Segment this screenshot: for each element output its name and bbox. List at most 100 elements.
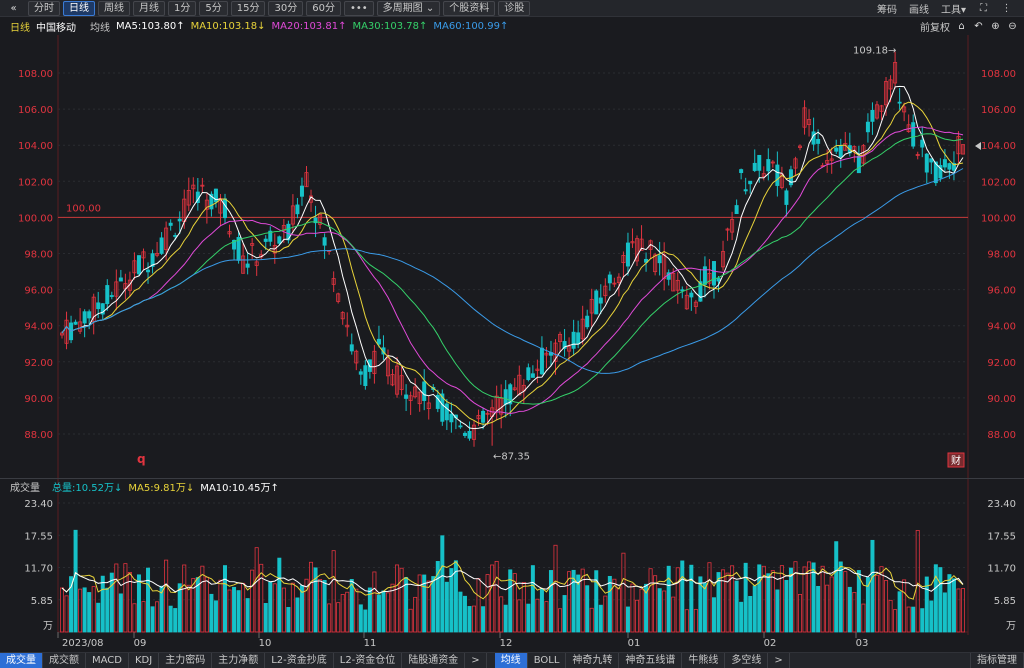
price-tick-right: 96.00 bbox=[987, 286, 1016, 297]
date-label: 09 bbox=[134, 638, 147, 649]
kline-chart[interactable]: 108.00 108.00 106.00 106.00 104.00 104.00 102.… bbox=[0, 35, 1024, 652]
volume-bar bbox=[177, 583, 182, 633]
period-button-6[interactable]: 15分 bbox=[230, 0, 266, 16]
volume-bar bbox=[807, 561, 812, 633]
indicator-tab-12[interactable]: 神奇九转 bbox=[566, 652, 620, 668]
high-annotation: 109.18→ bbox=[853, 46, 896, 57]
volume-bar bbox=[707, 562, 712, 633]
period-button-7[interactable]: 30分 bbox=[268, 0, 304, 16]
period-button-11[interactable]: 个股资料 bbox=[443, 0, 496, 16]
volume-bar bbox=[539, 588, 544, 633]
undo-icon[interactable]: ↶ bbox=[973, 21, 984, 32]
indicator-tab-5[interactable]: 主力净额 bbox=[212, 652, 266, 668]
volume-bar bbox=[680, 560, 685, 633]
indicator-tab-2[interactable]: MACD bbox=[86, 652, 129, 668]
back-icon[interactable]: « bbox=[8, 3, 19, 14]
more-icon[interactable]: ⋮ bbox=[1001, 3, 1012, 14]
expand-icon[interactable]: ⛶ bbox=[978, 3, 989, 14]
indicator-tab-9[interactable]: > bbox=[465, 652, 487, 668]
volume-bar bbox=[395, 564, 400, 633]
chip-button[interactable]: 筹码 bbox=[877, 1, 897, 16]
period-button-8[interactable]: 60分 bbox=[306, 0, 341, 16]
period-button-1[interactable]: 日线 bbox=[63, 0, 95, 16]
volume-bar bbox=[884, 580, 889, 633]
draw-line-button[interactable]: 画线 bbox=[909, 1, 929, 16]
volume-bar bbox=[861, 603, 866, 633]
tools-menu[interactable]: 工具▾ bbox=[941, 1, 966, 16]
volume-bar bbox=[825, 584, 830, 633]
date-label: 11 bbox=[364, 638, 377, 649]
volume-bar bbox=[920, 608, 925, 633]
candle-body bbox=[929, 158, 934, 163]
period-button-0[interactable]: 分时 bbox=[28, 0, 60, 16]
volume-bar bbox=[105, 587, 110, 633]
candle-body bbox=[752, 162, 757, 171]
zoom-out-icon[interactable]: ⊖ bbox=[1007, 21, 1018, 32]
price-tick-right: 102.00 bbox=[981, 177, 1016, 188]
volume-bar bbox=[779, 565, 784, 633]
volume-bar bbox=[639, 588, 644, 633]
volume-bar bbox=[182, 564, 187, 633]
volume-tick-left: 5.85 bbox=[31, 596, 53, 607]
period-button-4[interactable]: 1分 bbox=[168, 0, 197, 16]
period-button-5[interactable]: 5分 bbox=[199, 0, 228, 16]
indicator-tab-10[interactable]: 均线 bbox=[494, 652, 528, 668]
candle-body bbox=[607, 274, 612, 284]
volume-bar bbox=[91, 586, 96, 633]
period-toolbar: « 分时 日线 周线 月线 1分 5分 15分 30分 60分 ••• 多周期图 ⌄ 个股资料 诊股 筹… bbox=[0, 0, 1024, 17]
price-tick-left: 96.00 bbox=[24, 286, 53, 297]
indicator-tab-15[interactable]: 多空线 bbox=[725, 652, 769, 668]
volume-tick-right: 11.70 bbox=[987, 564, 1016, 575]
zoom-in-icon[interactable]: ⊕ bbox=[990, 21, 1001, 32]
candle-body bbox=[299, 185, 304, 197]
volume-bar bbox=[458, 591, 463, 633]
volume-bar bbox=[141, 601, 146, 633]
volume-bar bbox=[811, 562, 816, 633]
price-tick-right: 98.00 bbox=[987, 250, 1016, 261]
volume-bar bbox=[96, 602, 101, 633]
volume-bar bbox=[336, 602, 341, 633]
indicator-tab-7[interactable]: L2-资金仓位 bbox=[334, 652, 403, 668]
volume-bar bbox=[585, 585, 590, 633]
volume-bar bbox=[236, 590, 241, 633]
indicator-tab-8[interactable]: 陆股通资金 bbox=[402, 652, 466, 668]
volume-tick-right: 17.55 bbox=[987, 531, 1016, 542]
ma-label[interactable]: 均线 bbox=[90, 19, 110, 34]
volume-bar bbox=[363, 609, 368, 633]
candle-body bbox=[530, 373, 535, 378]
indicator-tab-14[interactable]: 牛熊线 bbox=[682, 652, 726, 668]
volume-bar bbox=[476, 578, 481, 633]
period-button-2[interactable]: 周线 bbox=[98, 0, 130, 16]
period-button-9[interactable]: ••• bbox=[343, 0, 374, 16]
volume-bar bbox=[748, 596, 753, 633]
indicator-tab-6[interactable]: L2-资金抄底 bbox=[265, 652, 334, 668]
indicator-tab-1[interactable]: 成交额 bbox=[43, 652, 86, 668]
volume-bar bbox=[630, 583, 635, 633]
price-tick-left: 108.00 bbox=[18, 69, 53, 80]
period-button-3[interactable]: 月线 bbox=[133, 0, 165, 16]
candle-body bbox=[526, 367, 531, 381]
volume-bar bbox=[603, 595, 608, 633]
volume-bar bbox=[879, 566, 884, 633]
volume-bar bbox=[440, 535, 445, 633]
indicator-tab-3[interactable]: KDJ bbox=[129, 652, 160, 668]
price-tick-left: 100.00 bbox=[18, 213, 53, 224]
indicator-tab-16[interactable]: > bbox=[768, 652, 790, 668]
period-button-12[interactable]: 诊股 bbox=[498, 0, 531, 16]
candle-body bbox=[711, 261, 716, 286]
candle-body bbox=[73, 321, 78, 325]
volume-bar bbox=[417, 574, 422, 633]
indicator-tab-0[interactable]: 成交量 bbox=[0, 652, 43, 668]
indicator-tab-17[interactable]: 指标管理 bbox=[970, 652, 1024, 668]
adjust-menu[interactable]: 前复权 bbox=[920, 19, 950, 34]
volume-bar bbox=[874, 574, 879, 633]
candle-body bbox=[571, 331, 576, 349]
candle-body bbox=[784, 190, 789, 205]
candle-body bbox=[838, 145, 843, 158]
indicator-tab-11[interactable]: BOLL bbox=[528, 652, 567, 668]
period-button-10[interactable]: 多周期图 ⌄ bbox=[376, 0, 441, 16]
indicator-tab-4[interactable]: 主力密码 bbox=[159, 652, 213, 668]
volume-bar bbox=[241, 582, 246, 633]
indicator-tab-13[interactable]: 神奇五线谱 bbox=[619, 652, 683, 668]
lock-icon[interactable]: ⌂ bbox=[956, 21, 967, 32]
